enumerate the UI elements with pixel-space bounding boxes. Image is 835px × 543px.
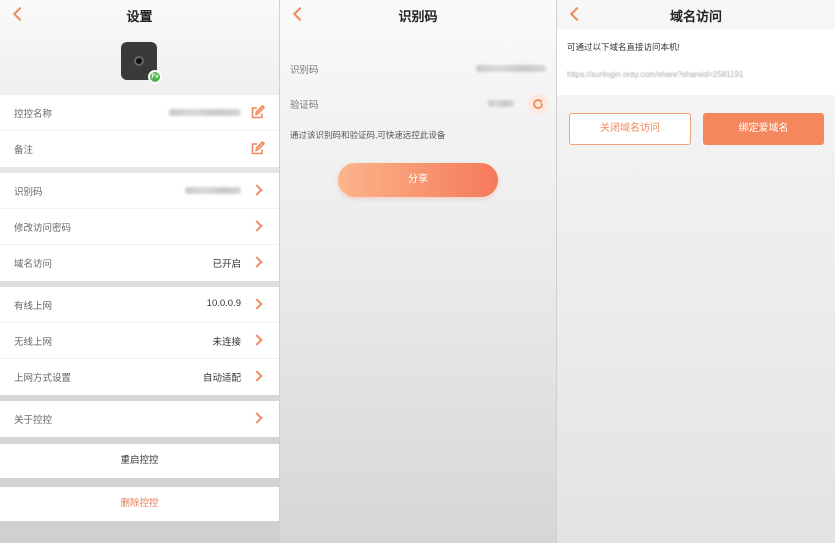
wireless-value: 未连接 [212, 337, 241, 348]
domain-access-label: 域名访问 [14, 259, 53, 270]
domain-description: 可通过以下域名直接访问本机! [567, 42, 680, 52]
share-button[interactable]: 分享 [338, 163, 498, 197]
row-device-name[interactable]: 控控名称 [0, 95, 279, 131]
chevron-right-icon [251, 256, 263, 268]
identify-code-label: 识别码 [290, 65, 319, 76]
settings-panel: 设置 Fv 控控名称 备注 识别码 修改访问密码 域名访问 已开启 有线上网 1… [0, 0, 279, 543]
verify-code-label: 验证码 [290, 100, 319, 111]
identify-info-group: 识别码 验证码 [280, 51, 556, 121]
verify-code-value [488, 100, 514, 107]
domain-navbar: 域名访问 [557, 0, 835, 30]
wired-value: 10.0.0.9 [206, 298, 241, 309]
device-icon: Fv [121, 42, 162, 84]
wired-label: 有线上网 [14, 301, 53, 312]
settings-group-access: 识别码 修改访问密码 域名访问 已开启 [0, 173, 279, 281]
network-mode-value: 自动适配 [202, 373, 241, 384]
identify-hint: 通过该识别码和验证码,可快速远控此设备 [290, 130, 446, 140]
identify-panel: 识别码 识别码 验证码 通过该识别码和验证码,可快速远控此设备 分享 [279, 0, 556, 543]
camera-lens-icon [134, 56, 144, 66]
chevron-right-icon [251, 298, 263, 310]
settings-group-network: 有线上网 10.0.0.9 无线上网 未连接 上网方式设置 自动适配 [0, 287, 279, 395]
row-about[interactable]: 关于控控 [0, 401, 279, 437]
settings-group-device: 控控名称 备注 [0, 95, 279, 167]
domain-panel: 域名访问 可通过以下域名直接访问本机! https://sunlogin.ora… [556, 0, 835, 543]
row-network-mode[interactable]: 上网方式设置 自动适配 [0, 359, 279, 395]
remark-label: 备注 [14, 145, 34, 156]
device-badge: Fv [148, 70, 162, 84]
network-mode-label: 上网方式设置 [14, 373, 72, 384]
page-title: 设置 [126, 9, 153, 24]
settings-group-about: 关于控控 [0, 401, 279, 437]
domain-access-value: 已开启 [212, 259, 241, 270]
close-domain-button[interactable]: 关闭域名访问 [569, 113, 691, 145]
row-change-password[interactable]: 修改访问密码 [0, 209, 279, 245]
row-identify-code[interactable]: 识别码 [0, 173, 279, 209]
about-label: 关于控控 [14, 415, 53, 426]
device-name-label: 控控名称 [14, 109, 53, 120]
refresh-icon [533, 99, 543, 109]
chevron-right-icon [251, 184, 263, 196]
row-wireless[interactable]: 无线上网 未连接 [0, 323, 279, 359]
row-domain-access[interactable]: 域名访问 已开启 [0, 245, 279, 281]
page-title: 识别码 [398, 9, 438, 24]
device-header: Fv [0, 30, 279, 90]
chevron-right-icon [251, 370, 263, 382]
wireless-label: 无线上网 [14, 337, 53, 348]
refresh-button[interactable] [528, 94, 548, 114]
chevron-right-icon [251, 412, 263, 424]
chevron-right-icon [251, 220, 263, 232]
identify-navbar: 识别码 [280, 0, 556, 30]
change-password-label: 修改访问密码 [14, 223, 72, 234]
identify-code-label: 识别码 [14, 187, 43, 198]
restart-button[interactable]: 重启控控 [0, 444, 279, 478]
settings-navbar: 设置 [0, 0, 279, 30]
delete-button[interactable]: 删除控控 [0, 487, 279, 521]
row-identify-code: 识别码 [280, 51, 556, 86]
row-remark[interactable]: 备注 [0, 131, 279, 167]
edit-icon[interactable] [251, 105, 265, 119]
domain-url[interactable]: https://sunlogin.oray.com/share?shareid=… [567, 70, 743, 79]
identify-code-value [476, 65, 546, 72]
domain-info-box: 可通过以下域名直接访问本机! https://sunlogin.oray.com… [557, 30, 835, 95]
bind-domain-button[interactable]: 绑定爱域名 [703, 113, 824, 145]
edit-icon[interactable] [251, 141, 265, 155]
row-verify-code: 验证码 [280, 86, 556, 121]
identify-code-value [185, 187, 241, 194]
device-name-value [169, 109, 241, 116]
chevron-right-icon [251, 334, 263, 346]
row-wired[interactable]: 有线上网 10.0.0.9 [0, 287, 279, 323]
page-title: 域名访问 [669, 9, 722, 24]
